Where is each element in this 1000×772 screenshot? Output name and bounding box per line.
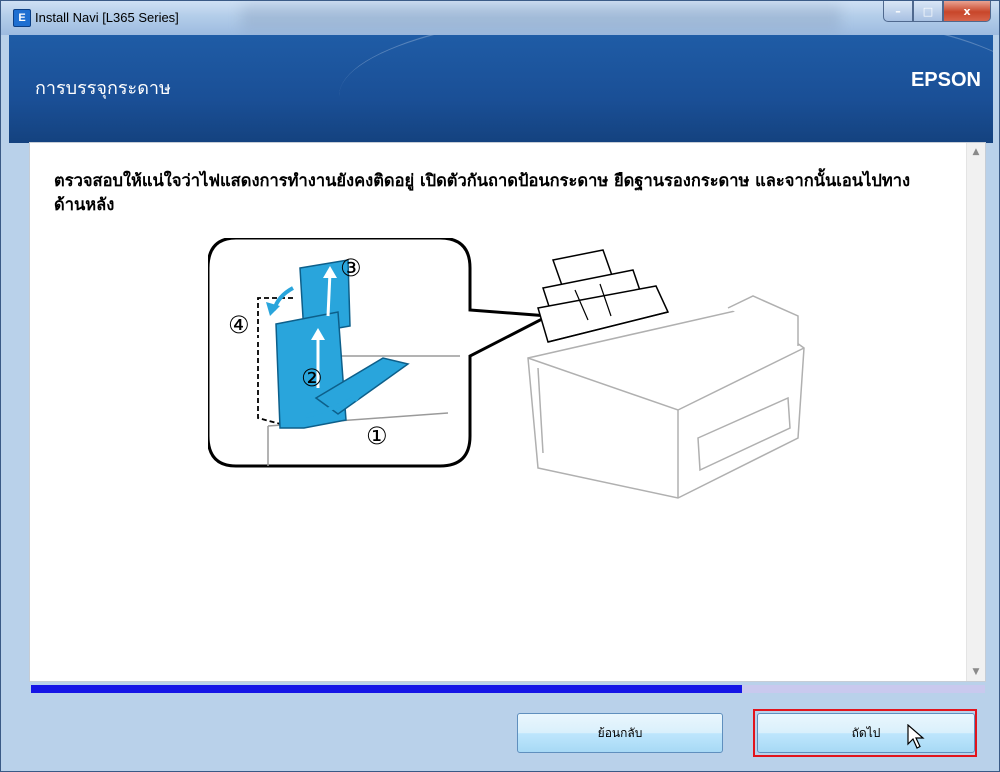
step-1-label: ① xyxy=(366,422,388,450)
title-bar[interactable]: E Install Navi [L365 Series] – □ x xyxy=(1,1,999,35)
header-decoration xyxy=(339,35,993,143)
epson-app-icon: E xyxy=(13,9,31,27)
back-button[interactable]: ย้อนกลับ xyxy=(517,713,723,753)
epson-logo: EPSON xyxy=(910,69,981,91)
instruction-text: ตรวจสอบให้แน่ใจว่าไฟแสดงการทำงานยังคงติด… xyxy=(54,171,911,214)
minimize-button[interactable]: – xyxy=(883,1,913,22)
next-button-highlight xyxy=(753,709,977,757)
scroll-down-icon[interactable]: ▼ xyxy=(967,663,985,681)
progress-bar xyxy=(31,685,985,693)
maximize-button[interactable]: □ xyxy=(913,1,943,22)
paper-loading-illustration: ③ ④ ② ① xyxy=(208,238,805,499)
title-bar-background xyxy=(241,5,841,31)
page-title: การบรรจุกระดาษ xyxy=(35,78,171,99)
vertical-scrollbar[interactable]: ▲ ▼ xyxy=(966,143,985,681)
content-panel: ตรวจสอบให้แน่ใจว่าไฟแสดงการทำงานยังคงติด… xyxy=(29,142,986,682)
step-2-label: ② xyxy=(301,364,323,392)
step-4-label: ④ xyxy=(228,311,250,339)
window-title: Install Navi [L365 Series] xyxy=(35,10,179,25)
printer-illustration xyxy=(527,249,805,499)
mouse-pointer-icon xyxy=(907,724,925,749)
progress-fill xyxy=(31,685,742,693)
window-controls: – □ x xyxy=(883,1,991,22)
scroll-up-icon[interactable]: ▲ xyxy=(967,143,985,161)
page-header: การบรรจุกระดาษ EPSON xyxy=(9,35,993,143)
close-button[interactable]: x xyxy=(943,1,991,22)
step-3-label: ③ xyxy=(340,254,362,282)
